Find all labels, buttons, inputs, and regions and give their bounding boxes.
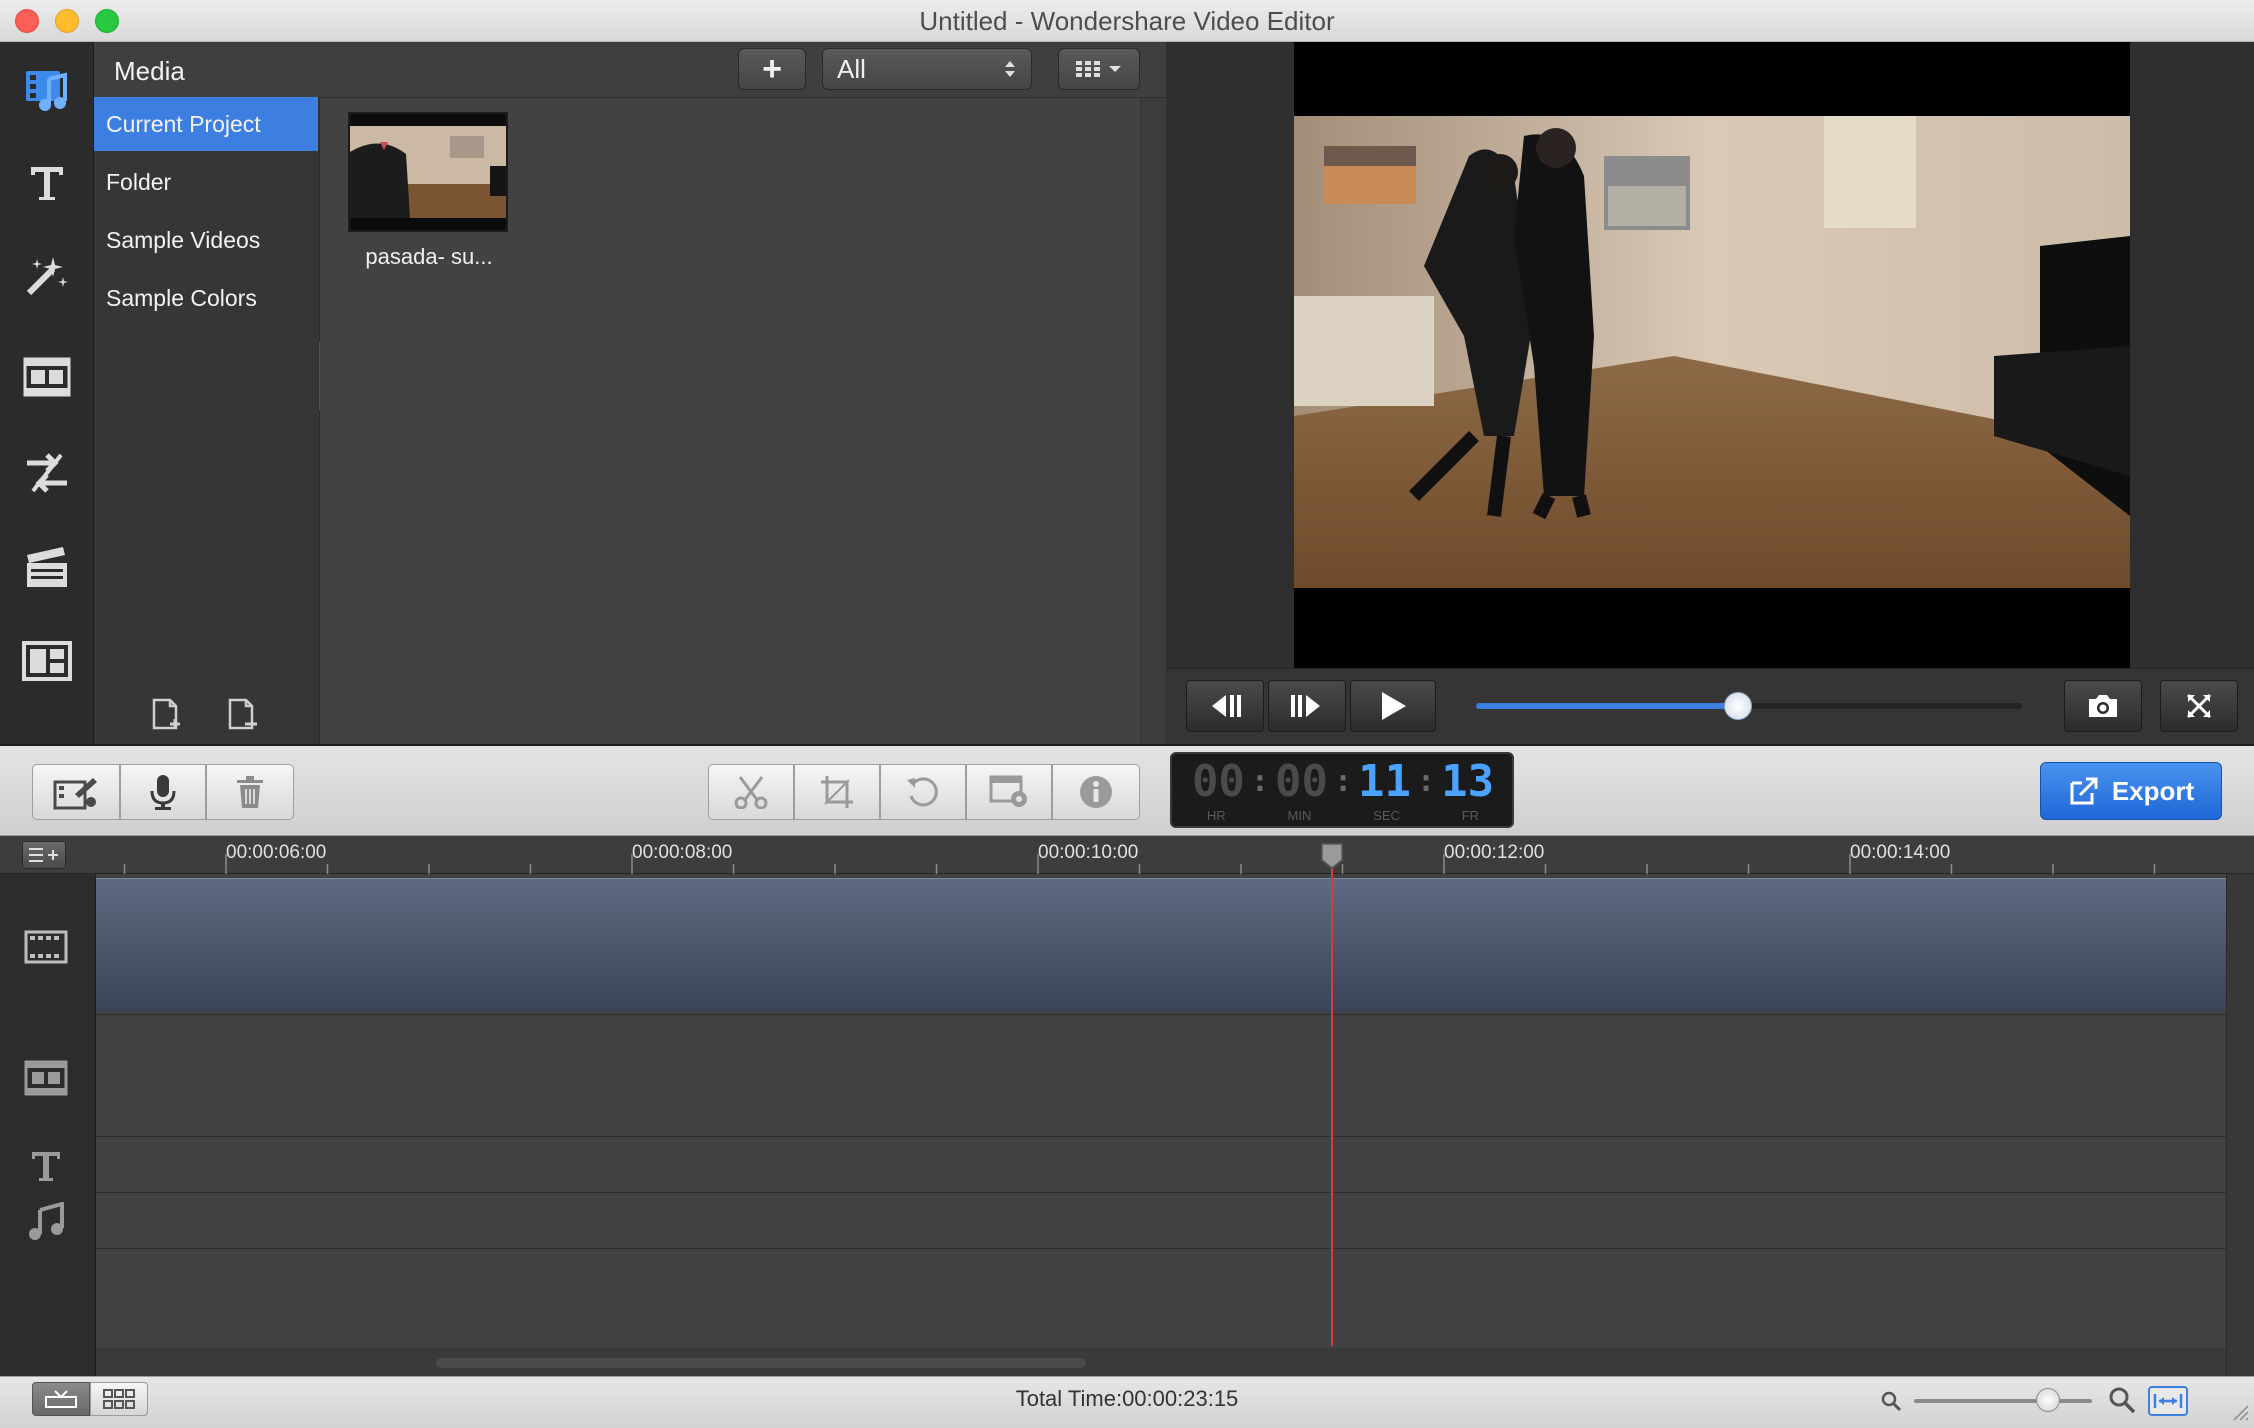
- media-filter-value: All: [837, 53, 866, 84]
- timecode-hr-label: HR: [1206, 808, 1226, 823]
- zoom-slider-track[interactable]: [1914, 1399, 2092, 1403]
- media-scrollbar[interactable]: [1140, 98, 1166, 744]
- rotate-icon: [905, 774, 941, 810]
- timecode-frames: 13: [1441, 755, 1495, 807]
- filters-icon[interactable]: [18, 348, 76, 406]
- pip-track-icon: [24, 1060, 68, 1096]
- zoom-in-icon[interactable]: [2108, 1386, 2136, 1414]
- timeline-horizontal-scrollbar[interactable]: [96, 1348, 2226, 1376]
- preview-progress-fill: [1476, 703, 1739, 709]
- track-list-icon: [29, 846, 59, 864]
- media-thumbnail[interactable]: [348, 112, 508, 232]
- media-icon[interactable]: [18, 60, 76, 118]
- timeline-vertical-scrollbar[interactable]: [2226, 874, 2254, 1376]
- category-current-project[interactable]: Current Project: [94, 97, 318, 151]
- timecode-fr-label: FR: [1461, 808, 1480, 823]
- timecode-minutes: 00: [1274, 755, 1328, 807]
- timecode-separator: :: [1417, 763, 1436, 799]
- chevron-down-icon: [1108, 64, 1122, 74]
- fit-width-icon: [2153, 1392, 2183, 1410]
- grid-view-icon: [1076, 59, 1102, 79]
- step-back-button[interactable]: [1186, 680, 1264, 732]
- timecode-seconds: 11: [1358, 755, 1412, 807]
- info-icon: [1079, 775, 1113, 809]
- timecode-sec-label: SEC: [1373, 808, 1400, 823]
- fullscreen-button[interactable]: [2160, 680, 2238, 732]
- timecode-separator: :: [1333, 763, 1353, 799]
- play-button[interactable]: [1350, 680, 1436, 732]
- track-divider: [96, 1136, 2226, 1137]
- delete-button[interactable]: [206, 764, 294, 820]
- media-item-label: pasada- su...: [365, 244, 493, 269]
- timecode-min-label: MIN: [1287, 808, 1312, 823]
- crop-button[interactable]: [794, 764, 880, 820]
- music-track-icon: [28, 1202, 64, 1240]
- camera-icon: [2087, 693, 2119, 719]
- media-settings-button[interactable]: [32, 764, 120, 820]
- plus-icon: +: [762, 50, 782, 88]
- ruler-label: 00:00:10:00: [1038, 842, 1139, 863]
- timecode-hours: 00: [1191, 755, 1245, 807]
- step-forward-button[interactable]: [1268, 680, 1346, 732]
- track-divider: [96, 1248, 2226, 1249]
- remove-folder-icon[interactable]: [226, 698, 258, 734]
- category-folder[interactable]: Folder: [94, 155, 318, 209]
- ruler-label: 00:00:14:00: [1850, 842, 1951, 863]
- new-folder-icon[interactable]: [150, 698, 182, 734]
- window-title: Untitled - Wondershare Video Editor: [919, 6, 1335, 36]
- media-panel-title: Media: [114, 56, 185, 86]
- view-mode-button[interactable]: [1058, 48, 1140, 90]
- settings-icon: [989, 775, 1029, 809]
- scissors-icon: [732, 775, 770, 809]
- transitions-icon[interactable]: [18, 444, 76, 502]
- video-frame: [1294, 116, 2130, 588]
- export-button[interactable]: Export: [2040, 762, 2222, 820]
- ruler-label: 00:00:12:00: [1444, 842, 1545, 863]
- crop-icon: [819, 774, 855, 810]
- zoom-out-icon[interactable]: [1880, 1390, 1902, 1412]
- export-icon: [2068, 775, 2100, 807]
- text-track-icon: [28, 1148, 64, 1184]
- scroll-thumb[interactable]: [436, 1358, 1086, 1368]
- info-button[interactable]: [1052, 764, 1140, 820]
- fullscreen-icon: [2186, 693, 2212, 719]
- zoom-slider-knob[interactable]: [2035, 1388, 2060, 1412]
- add-media-button[interactable]: +: [738, 48, 806, 90]
- ruler-label: 00:00:06:00: [226, 842, 327, 863]
- play-icon: [1378, 690, 1408, 722]
- resize-grip-icon[interactable]: [2230, 1402, 2250, 1422]
- intro-credit-icon[interactable]: [18, 538, 76, 596]
- record-voice-button[interactable]: [120, 764, 206, 820]
- microphone-icon: [149, 773, 177, 811]
- track-divider: [96, 1192, 2226, 1193]
- track-divider: [96, 1014, 2226, 1015]
- timecode-display: 00 : 00 : 11 : 13 HR MIN SEC FR: [1170, 752, 1514, 828]
- select-arrows-icon: [1003, 57, 1017, 81]
- video-track-icon: [24, 930, 68, 964]
- ruler-label: 00:00:08:00: [632, 842, 733, 863]
- step-back-icon: [1208, 693, 1242, 719]
- pip-icon[interactable]: [18, 632, 76, 690]
- timecode-separator: :: [1250, 763, 1269, 799]
- media-edit-icon: [53, 774, 99, 810]
- playhead-line[interactable]: [1331, 862, 1333, 1346]
- media-filter-select[interactable]: All: [822, 48, 1032, 90]
- split-button[interactable]: [708, 764, 794, 820]
- rotate-button[interactable]: [880, 764, 966, 820]
- fit-timeline-button[interactable]: [2148, 1386, 2188, 1416]
- track-manager-button[interactable]: [22, 841, 66, 869]
- advanced-settings-button[interactable]: [966, 764, 1052, 820]
- snapshot-button[interactable]: [2064, 680, 2142, 732]
- text-icon[interactable]: [18, 154, 76, 212]
- category-sample-videos[interactable]: Sample Videos: [94, 213, 318, 267]
- category-sample-colors[interactable]: Sample Colors: [94, 271, 318, 325]
- playhead-handle[interactable]: [1320, 842, 1344, 870]
- export-label: Export: [2111, 775, 2195, 806]
- effects-icon[interactable]: [18, 248, 76, 306]
- preview-progress-knob[interactable]: [1724, 692, 1753, 720]
- trash-icon: [235, 775, 265, 809]
- step-forward-icon: [1290, 693, 1324, 719]
- video-clip[interactable]: [96, 878, 2226, 1012]
